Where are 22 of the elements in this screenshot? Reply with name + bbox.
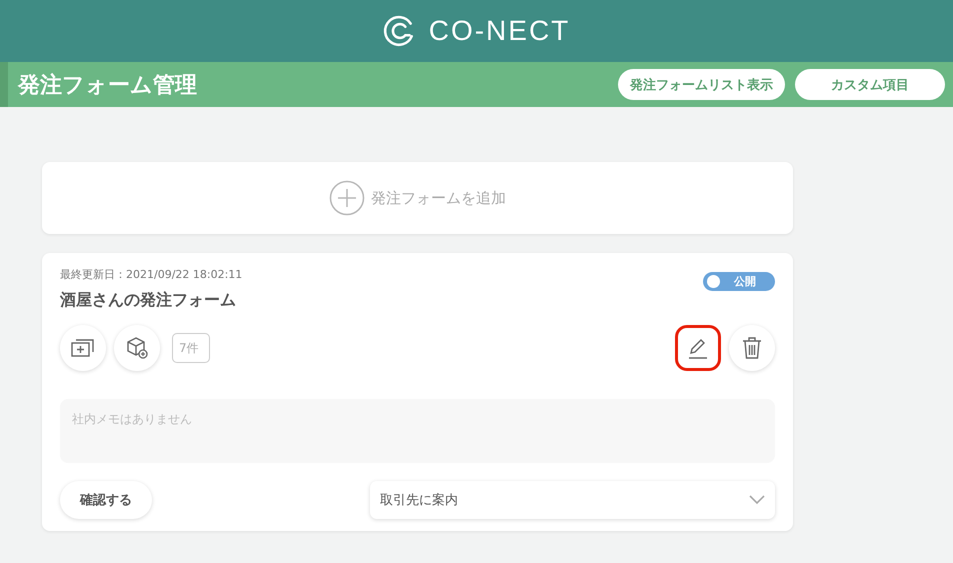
delete-button[interactable] [729,325,775,371]
publish-toggle[interactable]: 公開 [703,272,775,291]
window-plus-icon [71,338,95,358]
box-plus-icon [125,336,149,360]
share-select[interactable]: 取引先に案内 [370,481,775,519]
page-title: 発注フォーム管理 [18,72,197,100]
add-form-label: 発注フォームを追加 [371,188,506,208]
add-form-card[interactable]: 発注フォームを追加 [42,162,793,234]
header-button[interactable]: カスタム項目 [795,69,945,100]
edit-button[interactable] [675,325,721,371]
product-button[interactable] [114,325,160,371]
chevron-down-icon [749,495,765,505]
add-item-button[interactable] [60,325,106,371]
plus-icon [329,180,365,216]
form-name: 酒屋さんの発注フォーム [60,290,237,311]
trash-icon [741,336,763,360]
header-button[interactable]: 発注フォームリスト表示 [618,69,785,100]
item-count: 7件 [172,333,210,363]
logo-text: CO-NECT [428,15,570,47]
confirm-button[interactable]: 確認する [60,481,152,519]
memo-field[interactable]: 社内メモはありません [60,399,775,463]
updated-date: 最終更新日：2021/09/22 18:02:11 [60,267,242,282]
